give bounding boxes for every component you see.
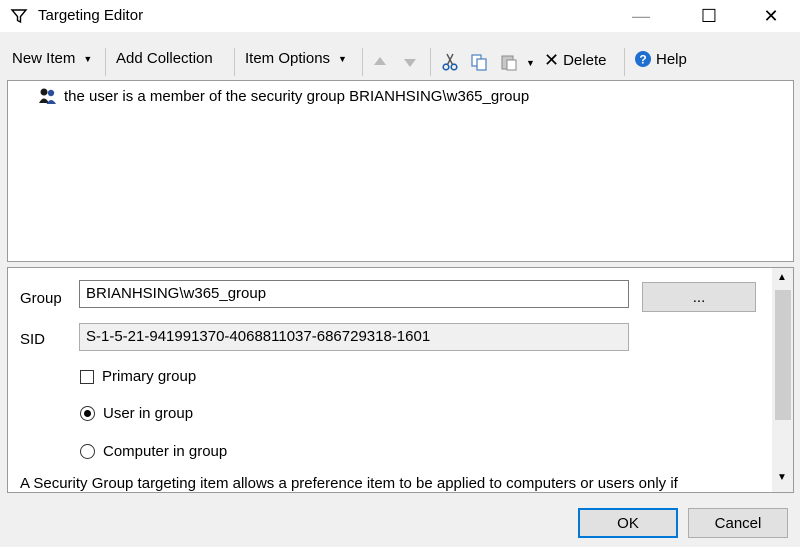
properties-scrollbar[interactable]: ▲ ▼ bbox=[772, 268, 793, 492]
chevron-down-icon: ▼ bbox=[83, 53, 93, 64]
help-icon: ? bbox=[635, 51, 651, 67]
security-group-icon bbox=[39, 88, 56, 104]
cancel-button[interactable]: Cancel bbox=[688, 508, 788, 538]
description-text: A Security Group targeting item allows a… bbox=[20, 475, 678, 492]
computer-in-group-label: Computer in group bbox=[103, 443, 228, 460]
paste-icon[interactable] bbox=[500, 53, 518, 71]
title-bar: Targeting Editor — ☐ ✕ bbox=[0, 0, 800, 32]
toolbar-divider bbox=[362, 48, 363, 76]
toolbar: New Item ▼ Add Collection Item Options ▼… bbox=[0, 44, 800, 78]
chevron-down-icon: ▼ bbox=[338, 53, 347, 64]
chevron-down-icon[interactable]: ▼ bbox=[526, 58, 535, 68]
arrow-down-icon[interactable] bbox=[402, 54, 418, 70]
sid-label: SID bbox=[20, 331, 46, 348]
tree-item[interactable]: the user is a member of the security gro… bbox=[38, 87, 529, 105]
scroll-thumb[interactable] bbox=[775, 290, 791, 420]
window-title: Targeting Editor bbox=[38, 7, 144, 24]
group-label: Group bbox=[20, 290, 62, 307]
add-collection-label: Add Collection bbox=[116, 50, 213, 67]
copy-icon[interactable] bbox=[470, 53, 488, 71]
minimize-icon: — bbox=[632, 5, 650, 26]
item-options-label: Item Options bbox=[245, 50, 331, 67]
new-item-label: New Item bbox=[12, 50, 76, 67]
delete-label: Delete bbox=[563, 52, 607, 69]
toolbar-divider bbox=[105, 48, 106, 76]
svg-text:?: ? bbox=[639, 53, 646, 67]
user-in-group-label: User in group bbox=[103, 405, 194, 422]
sid-field: S-1-5-21-941991370-4068811037-686729318-… bbox=[79, 323, 629, 351]
add-collection-button[interactable]: Add Collection bbox=[116, 50, 213, 67]
cut-icon[interactable] bbox=[442, 53, 458, 71]
group-input[interactable]: BRIANHSING\w365_group bbox=[79, 280, 629, 308]
radio-unselected bbox=[80, 444, 95, 459]
close-icon: ✕ bbox=[763, 5, 779, 26]
scroll-down-icon[interactable]: ▼ bbox=[777, 472, 787, 483]
delete-button[interactable]: ✕ Delete bbox=[544, 50, 606, 71]
filter-icon bbox=[10, 9, 28, 24]
minimize-button[interactable]: — bbox=[618, 0, 664, 32]
browse-button[interactable]: ... bbox=[642, 282, 756, 312]
toolbar-divider bbox=[430, 48, 431, 76]
checkbox-box bbox=[80, 369, 94, 384]
help-button[interactable]: ? Help bbox=[634, 50, 687, 68]
new-item-button[interactable]: New Item ▼ bbox=[12, 50, 92, 67]
maximize-icon: ☐ bbox=[700, 5, 718, 26]
user-in-group-radio[interactable]: User in group bbox=[80, 405, 193, 422]
primary-group-label: Primary group bbox=[102, 368, 197, 385]
targeting-tree: the user is a member of the security gro… bbox=[7, 80, 794, 262]
toolbar-divider bbox=[234, 48, 235, 76]
scroll-up-icon[interactable]: ▲ bbox=[777, 272, 787, 283]
primary-group-checkbox[interactable]: Primary group bbox=[80, 368, 196, 385]
item-options-button[interactable]: Item Options ▼ bbox=[245, 50, 347, 67]
radio-selected bbox=[80, 406, 95, 421]
help-label: Help bbox=[656, 50, 687, 68]
close-button[interactable]: ✕ bbox=[748, 0, 794, 32]
computer-in-group-radio[interactable]: Computer in group bbox=[80, 443, 227, 460]
maximize-button[interactable]: ☐ bbox=[686, 0, 732, 32]
properties-panel: Group BRIANHSING\w365_group ... SID S-1-… bbox=[7, 267, 794, 493]
arrow-up-icon[interactable] bbox=[372, 54, 388, 70]
tree-item-label: the user is a member of the security gro… bbox=[64, 87, 530, 105]
toolbar-divider bbox=[624, 48, 625, 76]
ok-button[interactable]: OK bbox=[578, 508, 678, 538]
delete-icon: ✕ bbox=[544, 50, 560, 70]
